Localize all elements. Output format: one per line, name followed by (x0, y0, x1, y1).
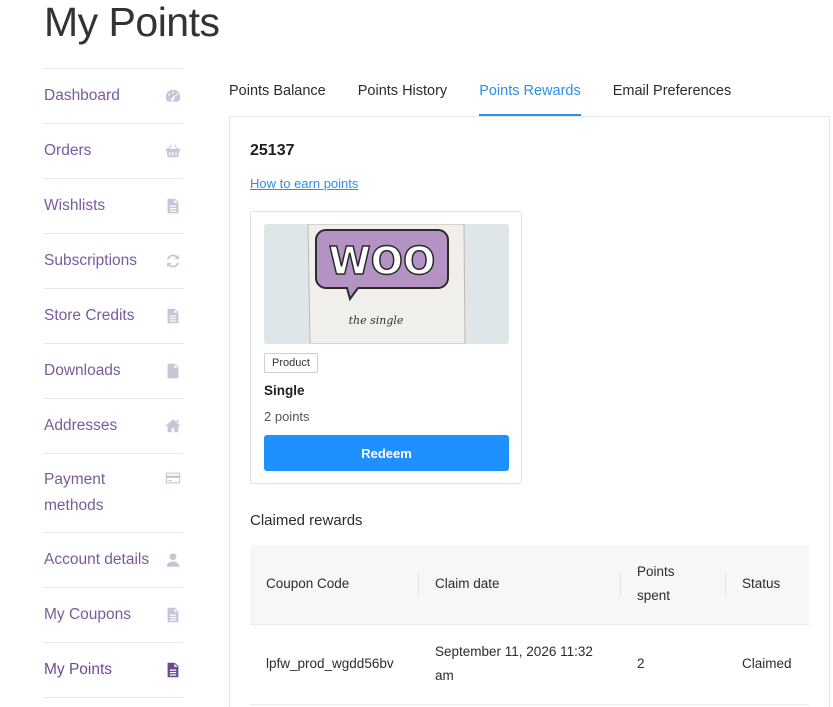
points-spent-cell: 2 (621, 623, 726, 705)
rewards-panel: 25137 How to earn points WOO the single … (229, 116, 830, 707)
claim-date-cell: September 11, 2026 11:32 am (419, 623, 621, 705)
tab-points-history[interactable]: Points History (358, 78, 447, 116)
column-header-status: Status (742, 576, 781, 592)
reward-points-cost: 2 points (264, 409, 310, 424)
points-tabs: Points Balance Points History Points Rew… (229, 78, 763, 116)
sidebar-item-label: Addresses (44, 417, 118, 434)
refresh-icon (163, 251, 183, 271)
table-header-row: Coupon Code Claim date Points spent Stat… (250, 545, 809, 624)
file-download-icon (163, 361, 183, 381)
sidebar-item-account-details[interactable]: Account details (44, 533, 183, 588)
sidebar-item-addresses[interactable]: Addresses (44, 399, 183, 454)
sidebar-item-label: Dashboard (44, 87, 120, 104)
points-balance: 25137 (250, 142, 295, 159)
sidebar-item-label: My Coupons (44, 606, 132, 623)
sidebar-item-label: Orders (44, 142, 92, 159)
sidebar-item-subscriptions[interactable]: Subscriptions (44, 234, 183, 289)
page-title: My Points (44, 0, 220, 45)
column-header-points-spent: Points spent (621, 545, 726, 624)
dashboard-icon (163, 86, 183, 106)
product-image[interactable]: WOO the single (264, 224, 509, 344)
sidebar-item-downloads[interactable]: Downloads (44, 344, 183, 399)
document-icon (163, 660, 183, 680)
claimed-rewards-table: Coupon Code Claim date Points spent Stat… (250, 545, 809, 705)
woo-logo-text: WOO (329, 239, 436, 283)
basket-icon (163, 141, 183, 161)
tab-points-balance[interactable]: Points Balance (229, 78, 326, 116)
status-cell: Claimed (726, 623, 809, 705)
coupon-code-cell[interactable]: lpfw_prod_wgdd56bv (250, 623, 419, 705)
credit-card-icon (163, 468, 183, 488)
home-icon (163, 416, 183, 436)
table-row: lpfw_prod_wgdd56bv September 11, 2026 11… (250, 623, 809, 705)
tab-email-preferences[interactable]: Email Preferences (613, 78, 731, 116)
document-icon (163, 605, 183, 625)
sidebar-item-orders[interactable]: Orders (44, 124, 183, 179)
sidebar-item-wishlists[interactable]: Wishlists (44, 179, 183, 234)
sidebar-item-label: Store Credits (44, 307, 135, 324)
sidebar-item-label: Subscriptions (44, 252, 138, 269)
woo-logo-subtext: the single (349, 314, 404, 327)
sidebar-item-store-credits[interactable]: Store Credits (44, 289, 183, 344)
document-icon (163, 306, 183, 326)
sidebar-item-my-coupons[interactable]: My Coupons (44, 588, 183, 643)
account-sidebar: Dashboard Orders Wishlists Subscriptions… (44, 68, 183, 698)
redeem-button[interactable]: Redeem (264, 435, 509, 471)
sidebar-item-label: Downloads (44, 362, 121, 379)
column-header-claim-date: Claim date (419, 545, 621, 624)
sidebar-item-label: Wishlists (44, 197, 106, 214)
reward-card: WOO the single Product Single 2 points R… (250, 211, 522, 484)
reward-type-badge: Product (264, 353, 318, 373)
column-header-coupon-code: Coupon Code (250, 545, 419, 624)
sidebar-item-payment-methods[interactable]: Payment methods (44, 454, 183, 533)
claimed-rewards-heading: Claimed rewards (250, 512, 363, 529)
how-to-earn-link[interactable]: How to earn points (250, 176, 358, 191)
sidebar-item-dashboard[interactable]: Dashboard (44, 69, 183, 124)
tab-points-rewards[interactable]: Points Rewards (479, 78, 581, 116)
user-icon (163, 550, 183, 570)
sidebar-item-my-points[interactable]: My Points (44, 643, 183, 698)
sidebar-item-label: Account details (44, 551, 150, 568)
sidebar-item-label: Payment methods (44, 471, 106, 514)
document-icon (163, 196, 183, 216)
sidebar-item-label: My Points (44, 661, 113, 678)
reward-product-name: Single (264, 383, 305, 398)
